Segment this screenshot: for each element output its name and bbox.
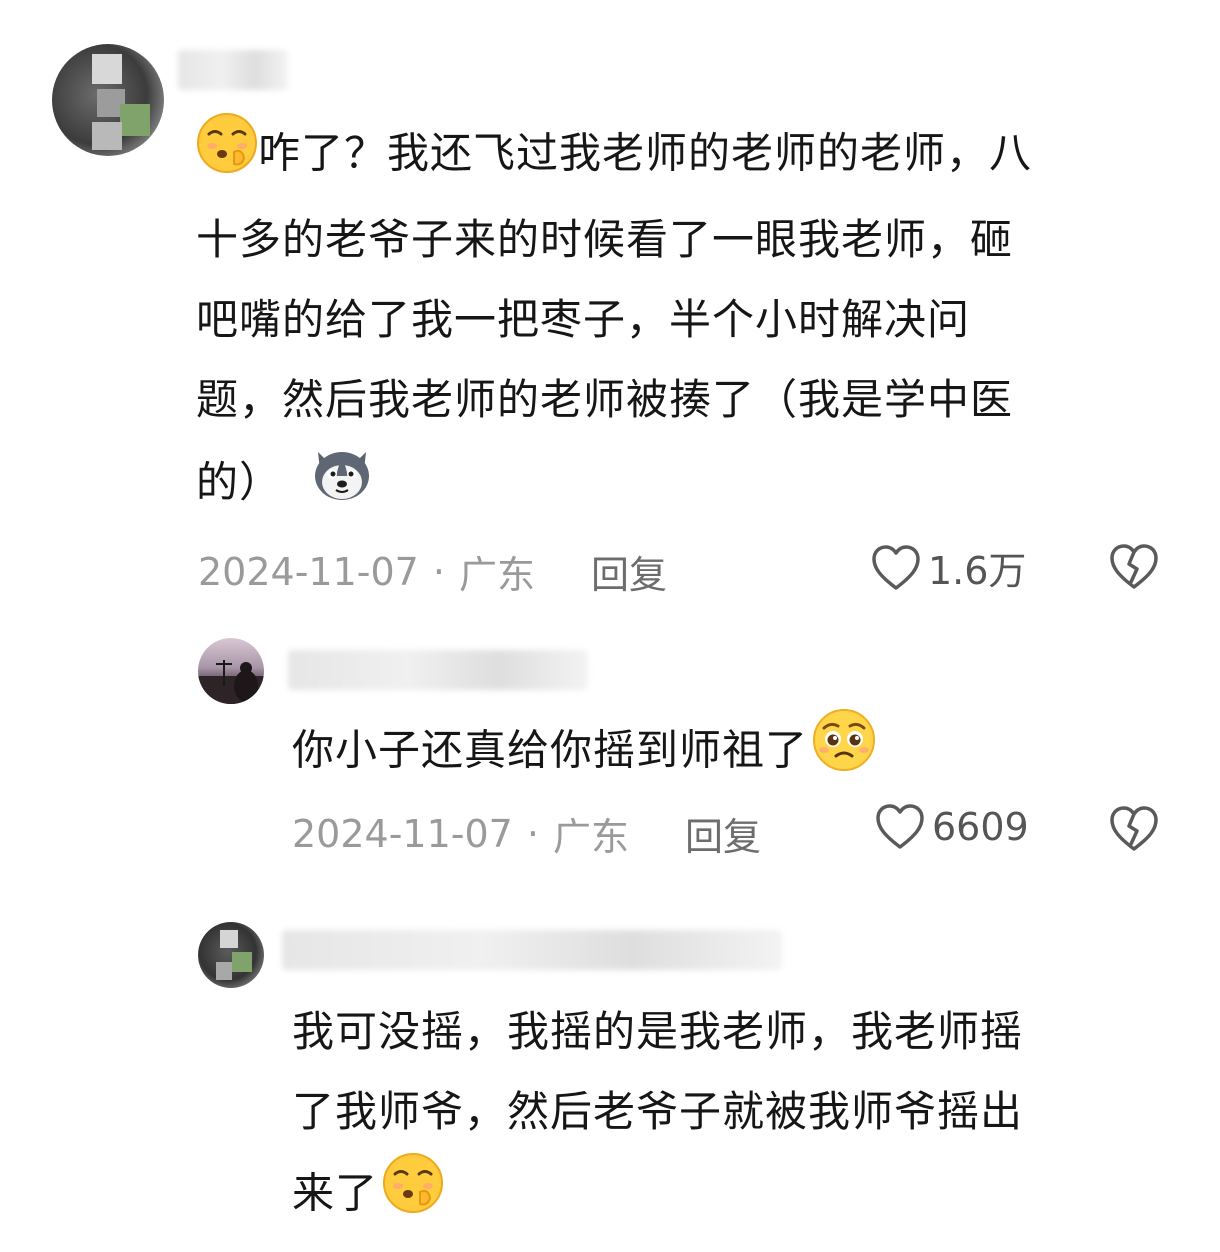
like-button[interactable]: 1.6万 (870, 540, 1026, 595)
heart-outline-icon (870, 543, 922, 593)
username-blurred[interactable] (178, 50, 288, 90)
avatar[interactable] (198, 922, 264, 988)
reply-button[interactable]: 回复 (591, 544, 667, 599)
comment-location: 广东 (458, 553, 535, 597)
shush-face-emoji (196, 112, 258, 200)
comment-text: 你小子还真给你摇到师祖了 (292, 708, 876, 798)
username-blurred[interactable] (282, 930, 782, 970)
pleading-face-emoji (812, 708, 876, 798)
like-count: 6609 (932, 805, 1029, 849)
username-blurred[interactable] (288, 650, 588, 690)
avatar[interactable] (198, 638, 264, 704)
comment-date: 2024-11-07 (198, 549, 419, 594)
comment-text: 咋了？我还飞过我老师的老师的老师，八 十多的老爷子来的时候看了一眼我老师，砸 吧… (196, 112, 1032, 530)
comment-meta: 2024-11-07 · 广东 回复 (292, 806, 761, 861)
shush-face-emoji (382, 1152, 444, 1240)
husky-dog-emoji (310, 440, 374, 530)
comment-date: 2024-11-07 (292, 811, 513, 856)
comment-meta: 2024-11-07 · 广东 回复 (198, 544, 667, 599)
like-count: 1.6万 (928, 549, 1027, 593)
comment-location: 广东 (552, 815, 629, 859)
reply-button[interactable]: 回复 (685, 806, 761, 861)
heart-outline-icon (874, 802, 926, 852)
like-button[interactable]: 6609 (874, 802, 1029, 852)
avatar[interactable] (52, 44, 164, 156)
dislike-button[interactable] (1108, 804, 1160, 858)
broken-heart-icon (1108, 806, 1160, 858)
dislike-button[interactable] (1108, 542, 1160, 596)
broken-heart-icon (1108, 544, 1160, 596)
comment-text: 我可没摇，我摇的是我老师，我老师摇 了我师爷，然后老爷子就被我师爷摇出 来了 (292, 992, 1023, 1240)
